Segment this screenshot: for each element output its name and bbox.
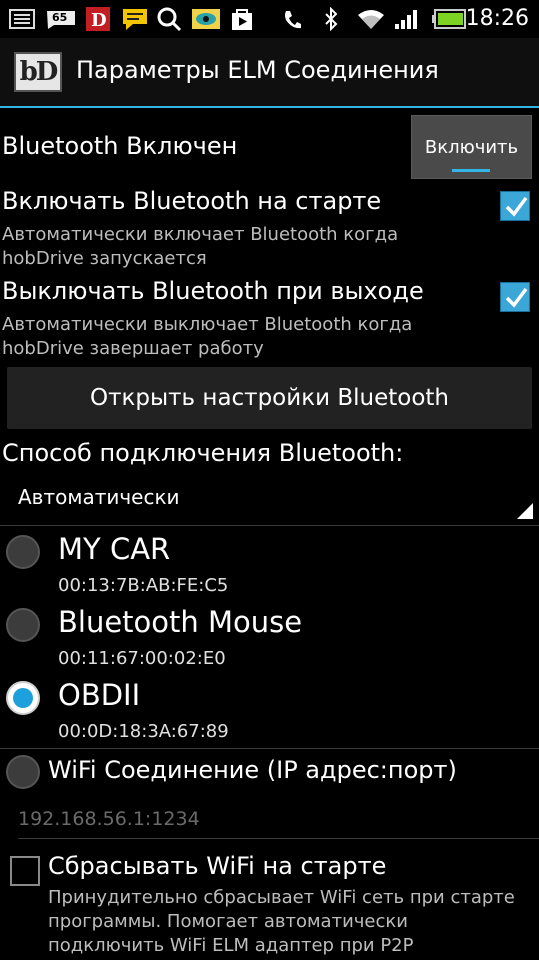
bt-on-start-title: Включать Bluetooth на старте <box>2 187 382 215</box>
eye-app-icon <box>190 8 222 30</box>
device-item[interactable]: MY CAR 00:13:7B:AB:FE:C5 <box>0 530 539 602</box>
divider <box>0 748 539 749</box>
device-mac: 00:11:67:00:02:E0 <box>58 648 226 669</box>
wifi-reset-title: Сбрасывать WiFi на старте <box>48 852 387 880</box>
battery-icon <box>432 8 466 30</box>
signal-icon <box>392 8 420 30</box>
d-app-icon: D <box>84 7 112 31</box>
bt-off-exit-checkbox[interactable] <box>500 282 530 312</box>
wifi-connection-label: WiFi Соединение (IP адрес:порт) <box>48 756 457 784</box>
bt-connection-method-select[interactable]: Автоматически <box>0 475 539 525</box>
wifi-connection-option[interactable]: WiFi Соединение (IP адрес:порт) <box>0 752 539 792</box>
app-logo[interactable]: bD <box>14 52 62 92</box>
page-title: Параметры ELM Соединения <box>76 56 439 84</box>
wifi-reset-checkbox[interactable] <box>10 856 40 886</box>
wifi-reset-setting[interactable]: Сбрасывать WiFi на старте Принудительно … <box>0 848 539 960</box>
phone-icon <box>282 8 302 30</box>
clock: 18:26 <box>465 6 529 31</box>
action-bar: bD Параметры ELM Соединения <box>0 38 539 108</box>
open-bt-settings-button[interactable]: Открыть настройки Bluetooth <box>7 367 532 429</box>
device-mac: 00:13:7B:AB:FE:C5 <box>58 575 229 596</box>
message-icon <box>120 8 150 30</box>
wifi-address-input[interactable]: 192.168.56.1:1234 <box>18 808 200 830</box>
screenshot-icon <box>8 8 36 30</box>
notification-count: 65 <box>52 11 68 24</box>
bt-connection-method-value: Автоматически <box>18 485 180 509</box>
check-icon <box>505 287 528 308</box>
device-mac: 00:0D:18:3A:67:89 <box>58 721 229 742</box>
bt-on-start-setting[interactable]: Включать Bluetooth на старте Автоматичес… <box>0 183 539 271</box>
bt-off-exit-setting[interactable]: Выключать Bluetooth при выходе Автоматич… <box>0 273 539 361</box>
bt-on-start-checkbox[interactable] <box>500 191 530 221</box>
bt-on-start-summary: Автоматически включает Bluetooth когда h… <box>2 224 399 269</box>
device-item[interactable]: Bluetooth Mouse 00:11:67:00:02:E0 <box>0 603 539 675</box>
search-icon <box>155 7 183 32</box>
device-item[interactable]: OBDII 00:0D:18:3A:67:89 <box>0 676 539 748</box>
play-store-icon <box>228 8 256 30</box>
bt-enabled-label: Bluetooth Включен <box>2 132 238 160</box>
sms-badge-icon: 65 <box>44 8 78 30</box>
device-radio-selected[interactable] <box>6 681 40 715</box>
dropdown-arrow-icon <box>517 503 533 519</box>
device-radio[interactable] <box>6 608 40 642</box>
bluetooth-icon <box>322 7 340 31</box>
device-name: MY CAR <box>58 532 171 566</box>
wifi-reset-summary: Принудительно сбрасывает WiFi сеть при с… <box>48 887 515 956</box>
svg-text:D: D <box>91 10 107 31</box>
bt-connection-method-label: Способ подключения Bluetooth: <box>2 439 404 467</box>
check-icon <box>505 196 528 217</box>
device-name: OBDII <box>58 678 141 712</box>
divider <box>0 525 539 526</box>
bt-enable-indicator <box>452 169 490 172</box>
input-underline <box>18 838 539 839</box>
bt-off-exit-title: Выключать Bluetooth при выходе <box>2 277 424 305</box>
wifi-radio[interactable] <box>6 755 40 789</box>
device-name: Bluetooth Mouse <box>58 605 303 639</box>
bt-off-exit-summary: Автоматически выключает Bluetooth когда … <box>2 314 413 359</box>
device-radio[interactable] <box>6 535 40 569</box>
status-bar: 65 D 18:26 <box>0 0 539 38</box>
wifi-icon <box>356 8 386 30</box>
